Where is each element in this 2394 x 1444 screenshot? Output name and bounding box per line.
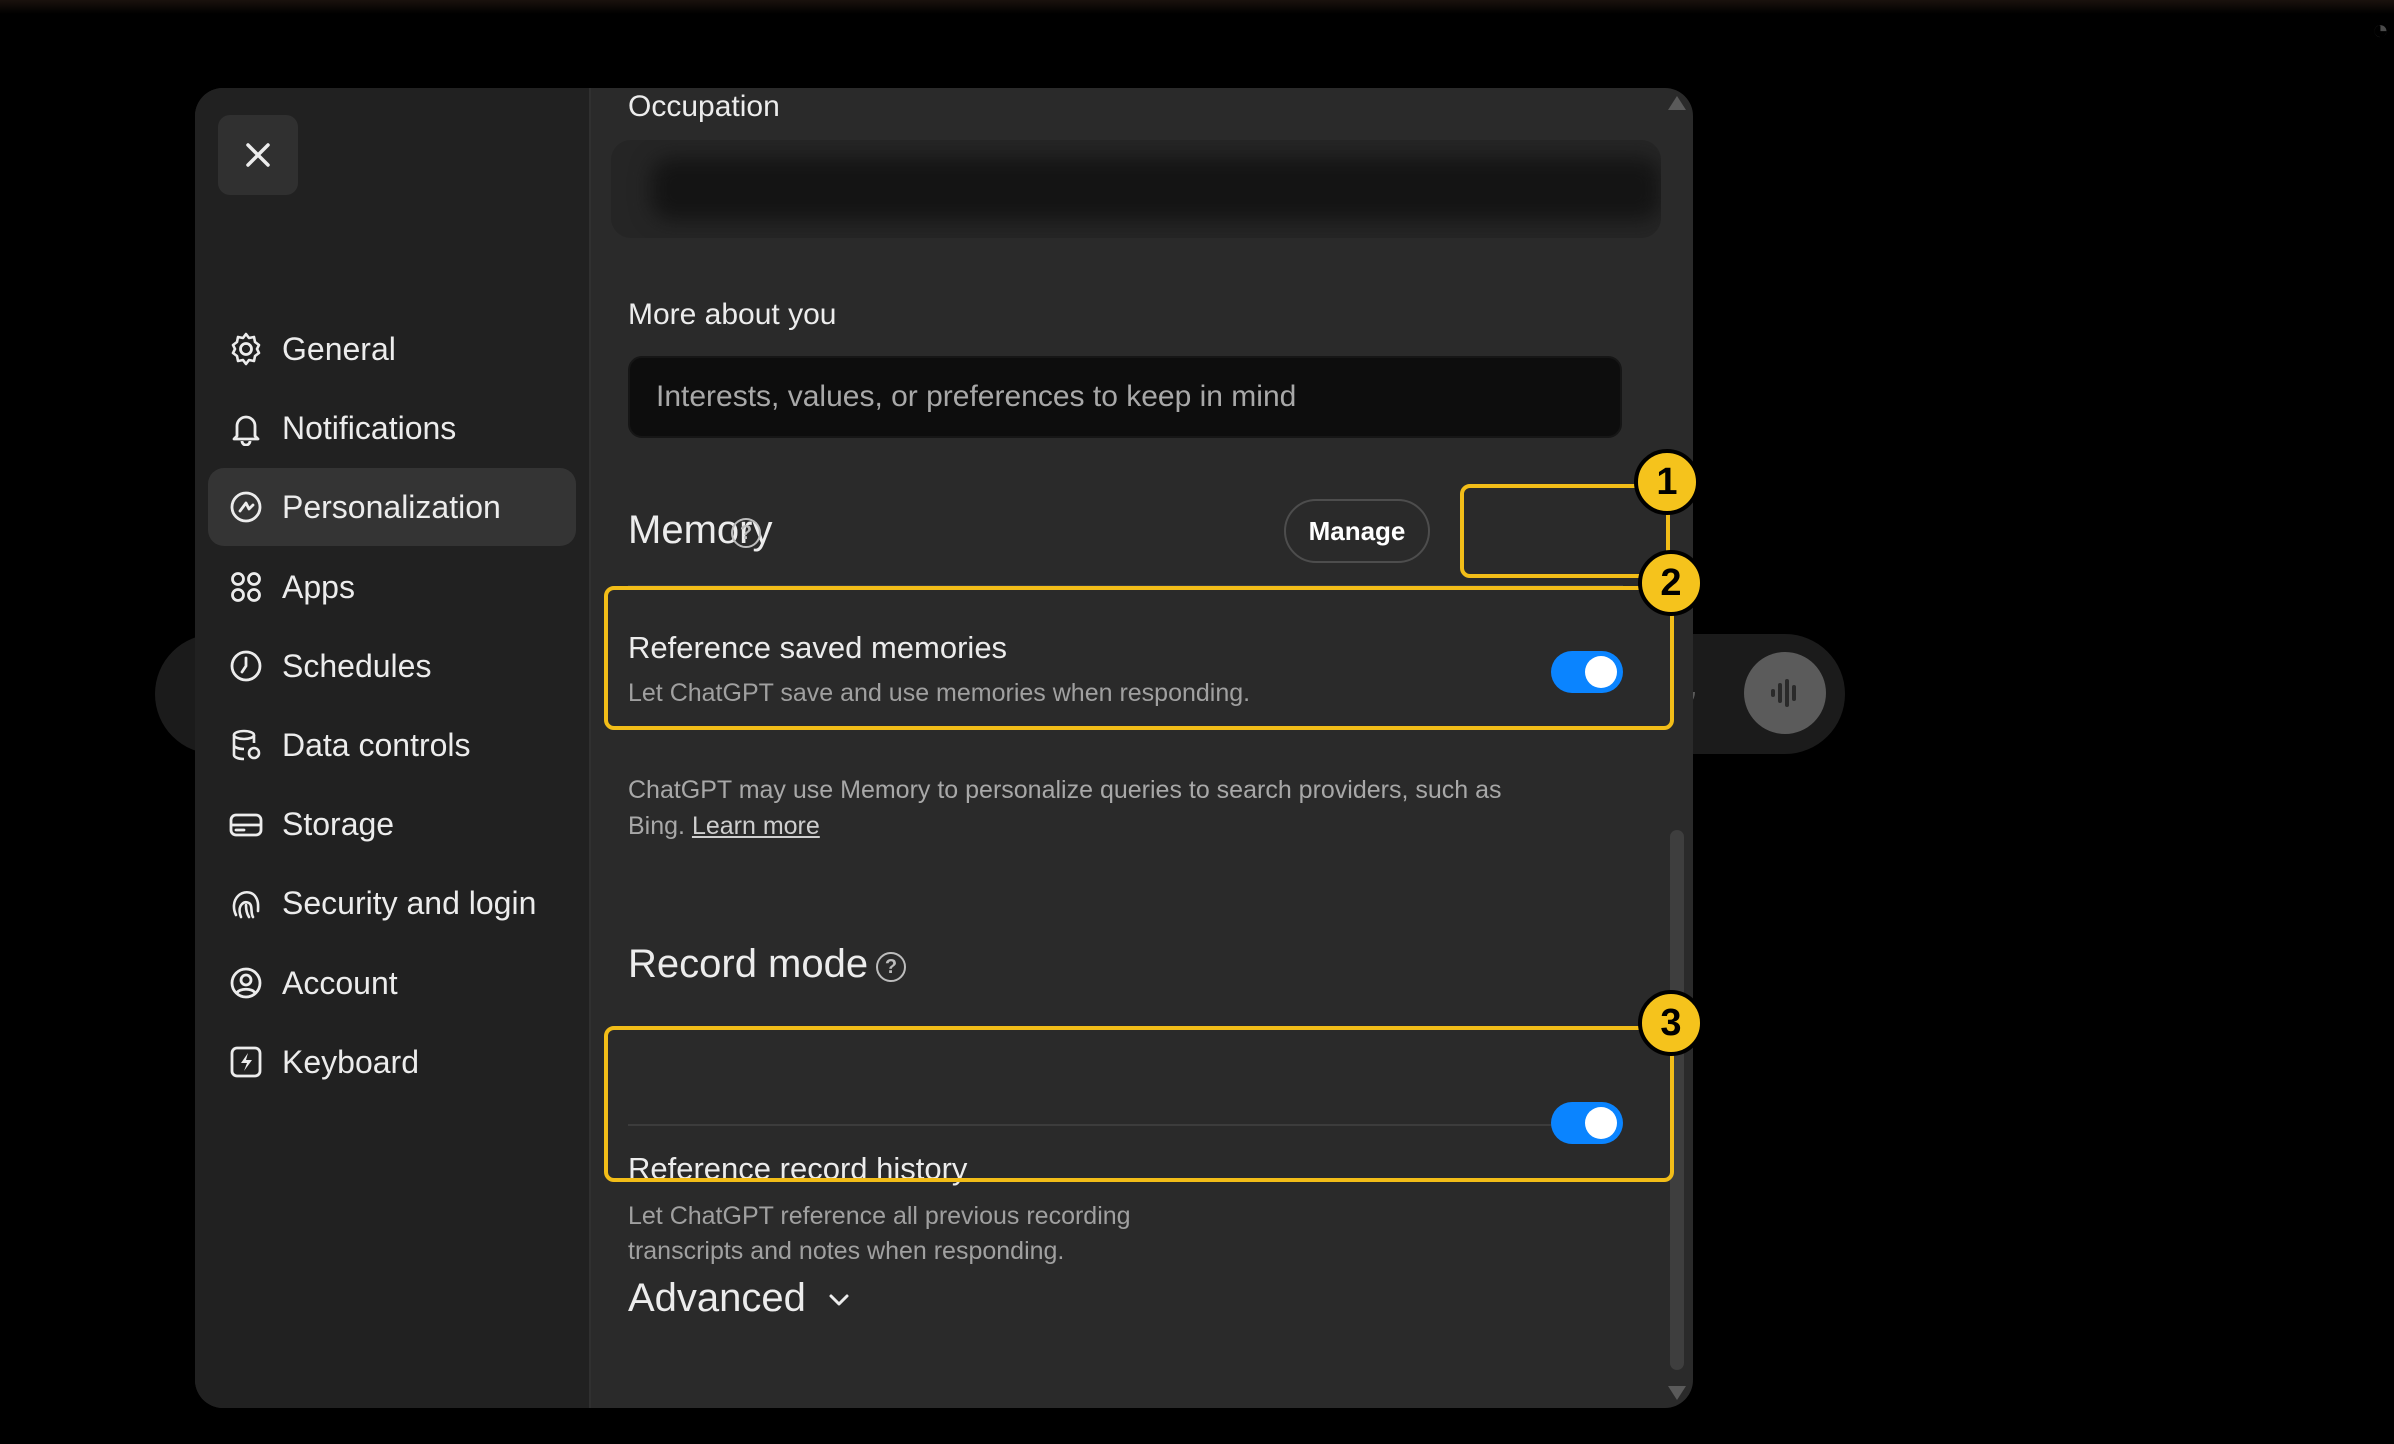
sidebar-item-schedules[interactable]: Schedules [208, 627, 576, 705]
sidebar-item-data-controls[interactable]: Data controls [208, 706, 576, 784]
sidebar-item-label: Personalization [282, 488, 501, 525]
reference-history-desc-line-2: transcripts and notes when responding. [628, 1237, 1065, 1265]
more-about-input[interactable]: Interests, values, or preferences to kee… [628, 356, 1622, 438]
waveform-icon [1771, 679, 1796, 707]
scroll-down-arrow[interactable] [1668, 1386, 1686, 1400]
apps-grid-icon [226, 567, 266, 607]
memory-help-icon[interactable]: ? [731, 518, 761, 548]
sidebar-item-apps[interactable]: Apps [208, 548, 576, 626]
database-icon [226, 725, 266, 765]
reference-history-desc: Let ChatGPT reference all previous recor… [628, 1199, 1131, 1269]
sidebar-item-label: Storage [282, 805, 395, 842]
fingerprint-icon [226, 883, 266, 923]
redacted-value [651, 158, 1661, 220]
occupation-field[interactable] [611, 140, 1661, 238]
reference-history-desc-line-1: Let ChatGPT reference all previous recor… [628, 1202, 1131, 1230]
record-mode-help-icon[interactable]: ? [876, 952, 906, 982]
record-mode-title: Record mode [628, 942, 869, 986]
keyboard-icon [226, 1042, 266, 1082]
close-icon [246, 143, 270, 167]
account-icon [226, 963, 266, 1003]
sidebar-item-storage[interactable]: Storage [208, 785, 576, 863]
top-edge [0, 0, 2394, 14]
sidebar-item-security[interactable]: Security and login [208, 864, 576, 942]
more-about-label: More about you [628, 298, 837, 331]
advanced-label: Advanced [628, 1276, 806, 1320]
manage-memory-button[interactable]: Manage [1284, 499, 1430, 563]
annotation-badge-3: 3 [1638, 990, 1704, 1056]
corner-icon: ◔ [2372, 14, 2389, 45]
sidebar-item-label: Data controls [282, 726, 471, 763]
personalization-icon [226, 487, 266, 527]
advanced-toggle[interactable]: Advanced [628, 1276, 853, 1321]
learn-more-link[interactable]: Learn more [692, 812, 820, 840]
annotation-badge-2: 2 [1638, 550, 1704, 616]
clock-icon [226, 646, 266, 686]
sidebar-item-label: General [282, 330, 396, 367]
sidebar-item-general[interactable]: General [208, 310, 576, 388]
sidebar-item-label: Schedules [282, 647, 432, 684]
bell-icon [226, 408, 266, 448]
sidebar-item-personalization[interactable]: Personalization [208, 468, 576, 546]
sidebar-item-label: Security and login [282, 884, 537, 921]
sidebar-item-keyboard[interactable]: Keyboard [208, 1023, 576, 1101]
highlight-box-2 [604, 586, 1674, 730]
sidebar-item-account[interactable]: Account [208, 944, 576, 1022]
sidebar-item-label: Account [282, 964, 398, 1001]
settings-content: Occupation More about you Interests, val… [593, 88, 1693, 1408]
sidebar-item-label: Keyboard [282, 1043, 419, 1080]
occupation-label: Occupation [628, 90, 780, 123]
voice-mode-button [1744, 652, 1826, 734]
annotation-badge-1: 1 [1634, 449, 1700, 515]
close-button[interactable] [218, 115, 298, 195]
settings-sidebar: General Notifications Personalization Ap… [195, 88, 591, 1408]
memory-note: ChatGPT may use Memory to personalize qu… [628, 772, 1508, 844]
sidebar-item-notifications[interactable]: Notifications [208, 389, 576, 467]
scroll-up-arrow[interactable] [1668, 96, 1686, 110]
gear-icon [226, 329, 266, 369]
sidebar-item-label: Notifications [282, 409, 457, 446]
sidebar-item-label: Apps [282, 568, 355, 605]
settings-modal: General Notifications Personalization Ap… [195, 88, 1693, 1408]
highlight-box-3 [604, 1026, 1674, 1182]
storage-icon [226, 804, 266, 844]
chevron-down-icon [829, 1294, 849, 1306]
